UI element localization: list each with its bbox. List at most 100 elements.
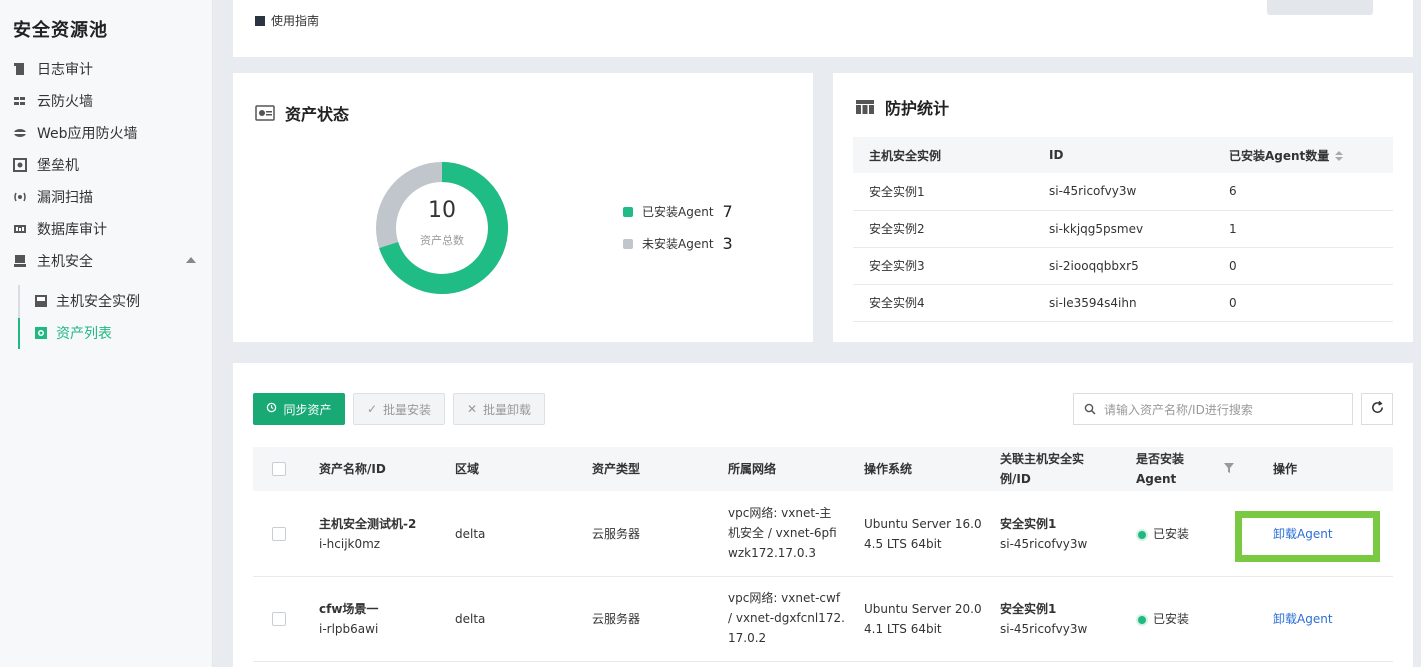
column-header: 操作 [1273, 462, 1298, 476]
status-dot [1138, 530, 1146, 539]
asset-type: 云服务器 [592, 612, 641, 626]
legend-installed: 已安装Agent 7 [623, 202, 733, 221]
sidebar-item-waf[interactable]: Web应用防火墙 [13, 121, 138, 145]
close-icon: ✕ [466, 402, 478, 416]
batch-install-button[interactable]: ✓ 批量安装 [353, 393, 445, 425]
sidebar-subitem-asset-list[interactable]: 资产列表 [34, 321, 112, 345]
row-checkbox[interactable] [272, 527, 286, 541]
protection-stats-title: 防护统计 [855, 95, 949, 119]
status-dot [1138, 615, 1146, 624]
refresh-button[interactable] [1361, 393, 1393, 425]
search-placeholder: 请输入资产名称/ID进行搜索 [1104, 402, 1253, 417]
table-cell: 安全实例2 [853, 210, 1033, 248]
table-row: 安全实例1 si-45ricofvy3w 6 [853, 173, 1393, 211]
header-card: 使用指南 [233, 0, 1413, 57]
column-header: 操作系统 [864, 462, 913, 476]
legend-swatch-not-installed [623, 238, 633, 249]
asset-name[interactable]: cfw场景一 [319, 599, 378, 619]
instance-name: 安全实例1 [1000, 602, 1057, 616]
asset-list-card: 同步资产 ✓ 批量安装 ✕ 批量卸载 请输入资产名称/ID进行搜索 资产名称/I… [233, 363, 1413, 667]
legend-label: 已安装Agent [642, 205, 714, 219]
sidebar-item-vuln-scan[interactable]: 漏洞扫描 [13, 185, 93, 209]
column-header: 资产名称/ID [319, 462, 386, 476]
batch-uninstall-button[interactable]: ✕ 批量卸载 [453, 393, 545, 425]
column-header: 所属网络 [728, 462, 777, 476]
select-all-checkbox[interactable] [272, 462, 286, 476]
sidebar-item-label: Web应用防火墙 [37, 126, 138, 142]
table-cell: 安全实例4 [853, 284, 1033, 322]
legend-label: 未安装Agent [642, 237, 714, 251]
column-header: Agent [1136, 472, 1177, 486]
column-header: ID [1033, 137, 1213, 173]
legend-not-installed: 未安装Agent 3 [623, 234, 733, 253]
header-button[interactable] [1267, 0, 1373, 15]
search-icon [1084, 403, 1096, 415]
asset-region: delta [455, 527, 486, 541]
legend-swatch-installed [623, 206, 633, 217]
asset-status-card: 资产状态 10 资产总数 已安装Agent 7 未安装Agent 3 [233, 73, 813, 342]
instance-id: si-45ricofvy3w [1000, 537, 1088, 551]
sidebar-item-host-security[interactable]: 主机安全 [13, 249, 93, 273]
asset-network-line: vpc网络: vxnet-主 [728, 506, 832, 520]
db-audit-icon [13, 222, 27, 236]
cloud-firewall-icon [13, 94, 27, 108]
column-header: 例/ID [1000, 472, 1031, 486]
sidebar-item-cloud-firewall[interactable]: 云防火墙 [13, 89, 93, 113]
asset-network-line: / vxnet-dgxfcnl172. [728, 611, 845, 625]
book-icon [255, 15, 265, 26]
sidebar-item-log-audit[interactable]: 日志审计 [13, 57, 93, 81]
sidebar-item-bastion[interactable]: 堡垒机 [13, 153, 79, 177]
asset-os-line: Ubuntu Server 16.0 [864, 517, 982, 531]
asset-donut-chart: 10 资产总数 [374, 160, 510, 296]
search-input[interactable]: 请输入资产名称/ID进行搜索 [1073, 393, 1353, 425]
sort-icon[interactable] [1335, 151, 1344, 161]
user-guide-link[interactable]: 使用指南 [255, 12, 319, 29]
sidebar-subitem-host-instance[interactable]: 主机安全实例 [34, 289, 140, 313]
refresh-icon [1370, 400, 1385, 418]
vuln-scan-icon [13, 190, 27, 204]
sidebar-subitem-label: 资产列表 [56, 326, 112, 342]
table-cell: 安全实例3 [853, 247, 1033, 285]
log-audit-icon [13, 62, 27, 76]
sync-icon [266, 402, 277, 416]
asset-network-line: 机安全 / vxnet-6pfi [728, 526, 837, 540]
uninstall-agent-link[interactable]: 卸载Agent [1273, 524, 1333, 544]
asset-name[interactable]: 主机安全测试机-2 [319, 514, 416, 534]
legend-value: 7 [722, 202, 733, 221]
host-security-icon [13, 254, 27, 268]
column-header: 区域 [455, 462, 480, 476]
table-row: 安全实例4 si-le3594s4ihn 0 [853, 284, 1393, 322]
table-icon [855, 99, 875, 115]
uninstall-agent-link[interactable]: 卸载Agent [1273, 609, 1333, 629]
column-header-sortable[interactable]: 已安装Agent数量 [1213, 137, 1393, 173]
chevron-up-icon[interactable] [186, 257, 196, 263]
bastion-icon [13, 158, 27, 172]
agent-status: 已安装 [1138, 609, 1189, 629]
sidebar-item-label: 日志审计 [37, 62, 93, 78]
asset-table-header: 资产名称/ID 区域 资产类型 所属网络 操作系统 关联主机安全实 例/ID 是… [253, 447, 1393, 491]
table-row: cfw场景一 i-rlpb6awi delta 云服务器 vpc网络: vxne… [253, 577, 1393, 662]
filter-icon[interactable] [1223, 462, 1235, 477]
asset-id: i-rlpb6awi [319, 622, 379, 636]
row-checkbox[interactable] [272, 612, 286, 626]
sidebar-item-db-audit[interactable]: 数据库审计 [13, 217, 107, 241]
table-row: 主机安全测试机-2 i-hcijk0mz delta 云服务器 vpc网络: v… [253, 492, 1393, 577]
sidebar-item-label: 数据库审计 [37, 222, 107, 238]
asset-os-line: 4.1 LTS 64bit [864, 622, 942, 636]
host-instance-icon [34, 294, 48, 308]
legend-value: 3 [722, 234, 733, 253]
asset-os-line: Ubuntu Server 20.0 [864, 602, 982, 616]
asset-total-label: 资产总数 [420, 234, 464, 247]
instance-id: si-45ricofvy3w [1000, 622, 1088, 636]
column-header: 关联主机安全实 [1000, 452, 1085, 466]
table-row: 安全实例2 si-kkjqg5psmev 1 [853, 210, 1393, 248]
sidebar-subitem-label: 主机安全实例 [56, 294, 140, 310]
asset-network-line: wzk172.17.0.3 [728, 546, 816, 560]
sidebar: 安全资源池 日志审计 云防火墙 Web应用防火墙 堡垒机 漏洞扫描 数据库审计 … [0, 0, 213, 667]
table-row: 安全实例3 si-2iooqqbbxr5 0 [853, 247, 1393, 285]
sidebar-item-label: 堡垒机 [37, 158, 79, 174]
asset-region: delta [455, 612, 486, 626]
table-cell: si-45ricofvy3w [1033, 173, 1213, 211]
asset-list-icon [34, 326, 48, 340]
sync-assets-button[interactable]: 同步资产 [253, 393, 345, 425]
